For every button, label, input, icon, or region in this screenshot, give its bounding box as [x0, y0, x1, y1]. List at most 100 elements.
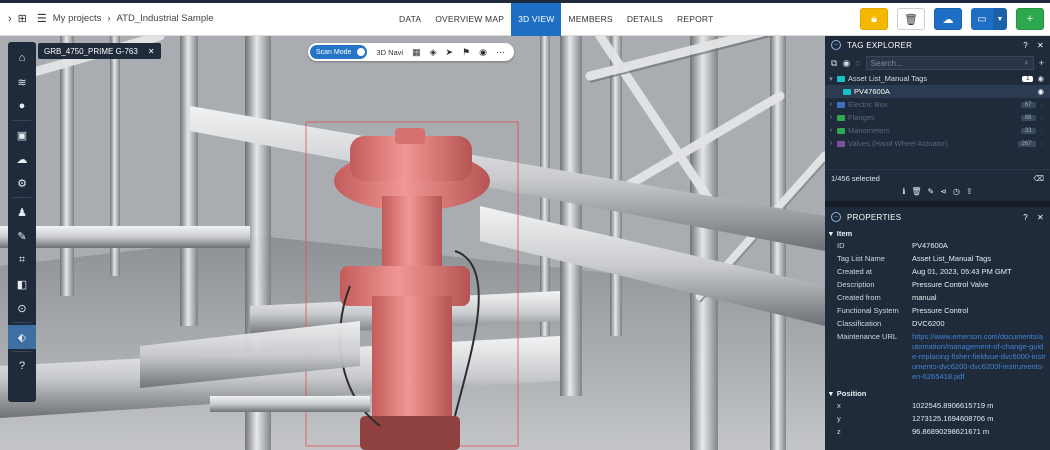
home-icon[interactable]: ⌂ — [8, 46, 36, 70]
expand-chevron-icon[interactable]: › — [8, 13, 12, 25]
help-icon[interactable]: ? — [1023, 213, 1028, 222]
clear-selection-icon[interactable]: ⌫ — [1033, 174, 1044, 183]
eye-slash-icon[interactable]: ◌ — [1040, 139, 1044, 148]
layers-stack-icon[interactable]: ≋ — [8, 70, 36, 94]
hierarchy-icon[interactable]: ⊞ — [18, 12, 27, 25]
copy-icon[interactable]: ⧉ — [831, 58, 837, 69]
3d-navi-label[interactable]: 3D Navi — [376, 48, 403, 57]
chevron-down-icon: ▼ — [993, 8, 1007, 30]
search-placeholder: Search... — [870, 58, 903, 68]
cursor-icon[interactable]: ➤ — [446, 47, 454, 58]
eye-slash-icon[interactable]: ◌ — [1040, 100, 1044, 109]
toolbar-divider — [13, 197, 31, 198]
cloud-icon[interactable]: ☁ — [8, 147, 36, 171]
breadcrumb-my-projects[interactable]: My projects — [53, 13, 102, 24]
position-value: 1273125.1694608706 m — [912, 413, 994, 423]
scan-mode-toggle[interactable]: Scan Mode — [310, 45, 368, 59]
more-icon[interactable]: ⋯ — [496, 47, 505, 58]
eye-icon[interactable]: ◉ — [842, 58, 850, 69]
eye-icon[interactable]: ◉ — [1037, 74, 1044, 83]
property-row-url: Maintenance URL https://www.emerson.com/… — [825, 330, 1050, 383]
info-icon[interactable]: ℹ — [902, 187, 905, 201]
expand-icon[interactable]: › — [825, 101, 837, 108]
scan-mode-label: Scan Mode — [316, 48, 352, 56]
tree-item-manometers[interactable]: › Manometers 33 ◌ — [825, 124, 1050, 137]
compare-icon[interactable]: ◧ — [8, 272, 36, 296]
tree-item-flanges[interactable]: › Flanges 88 ◌ — [825, 111, 1050, 124]
tag-icon[interactable]: ⬖ — [8, 325, 36, 349]
list-menu-icon[interactable]: ☰ — [37, 12, 47, 25]
top-bar: › ⊞ ☰ My projects › ATD_Industrial Sampl… — [0, 0, 1050, 36]
tree-item-asset-list[interactable]: ▾ Asset List_Manual Tags 1 ◉ — [825, 72, 1050, 85]
breadcrumb: › ⊞ ☰ My projects › ATD_Industrial Sampl… — [8, 12, 214, 26]
tab-details[interactable]: DETAILS — [620, 3, 670, 36]
location-icon[interactable]: ⊙ — [8, 296, 36, 320]
sphere-icon[interactable]: ● — [8, 94, 36, 118]
tag-tree: ▾ Asset List_Manual Tags 1 ◉ PV47600A ◉ … — [825, 72, 1050, 150]
position-section-header[interactable]: ▾ Position — [825, 387, 1050, 399]
item-section-header[interactable]: ▾ Item — [825, 227, 1050, 239]
expand-icon[interactable]: ▾ — [825, 75, 837, 83]
tree-item-pv47600a[interactable]: PV47600A ◉ — [825, 85, 1050, 98]
monitor-icon: ▭ — [971, 8, 993, 30]
tree-item-electric-box[interactable]: › Electric Box 67 ◌ — [825, 98, 1050, 111]
tab-report[interactable]: REPORT — [670, 3, 720, 36]
search-input[interactable]: Search... ⌕ — [865, 56, 1034, 70]
breadcrumb-project: ATD_Industrial Sample — [116, 13, 214, 24]
property-row: Created from manual — [825, 291, 1050, 304]
expand-icon[interactable]: › — [825, 140, 837, 147]
tag-color-icon — [837, 75, 845, 82]
lock-icon: 🔒︎ — [871, 12, 877, 25]
upload-icon[interactable]: ⇪ — [966, 187, 973, 201]
expand-icon[interactable]: › — [825, 114, 837, 121]
settings-icon[interactable]: ⚙ — [8, 171, 36, 195]
chevron-down-icon: ▾ — [829, 228, 833, 238]
trash-icon[interactable]: 🗑︎ — [911, 187, 921, 201]
help-icon[interactable]: ? — [8, 354, 36, 378]
history-icon[interactable]: ◷ — [953, 187, 960, 201]
add-folder-button[interactable]: + — [1016, 8, 1044, 30]
crop-icon[interactable]: ⌗ — [8, 248, 36, 272]
eye-icon[interactable]: ◉ — [1037, 87, 1044, 96]
close-icon[interactable]: ✕ — [1037, 213, 1044, 222]
tree-item-label: PV47600A — [854, 87, 890, 96]
3d-viewport[interactable]: GRB_4750_PRIME G-763 ✕ Scan Mode 3D Navi… — [0, 36, 825, 450]
layers-icon[interactable]: ◈ — [430, 47, 437, 58]
close-icon[interactable]: ✕ — [148, 47, 155, 56]
help-icon[interactable]: ? — [1023, 41, 1028, 50]
add-tag-icon[interactable]: + — [1039, 58, 1044, 68]
collapse-icon[interactable]: – — [831, 212, 841, 222]
edit-icon[interactable]: ✎ — [928, 187, 935, 201]
top-actions: 🔒︎ 🗑︎ ☁ ▭ ▼ + — [860, 8, 1044, 30]
collapse-icon[interactable]: – — [831, 40, 841, 50]
tab-members[interactable]: MEMBERS — [561, 3, 619, 36]
tab-3d-view[interactable]: 3D VIEW — [511, 3, 562, 36]
screen-icon[interactable]: ▣ — [8, 123, 36, 147]
flag-icon[interactable]: ⚑ — [462, 47, 470, 58]
position-value: 1022545.8906615719 m — [912, 400, 994, 410]
viewer-toolbar: Scan Mode 3D Navi ▦ ◈ ➤ ⚑ ◉ ⋯ — [308, 43, 515, 61]
eye-slash-icon[interactable]: ◌ — [1040, 113, 1044, 122]
maintenance-url-link[interactable]: https://www.emerson.com/documents/automa… — [912, 332, 1050, 382]
property-row: Created at Aug 01, 2023, 05:43 PM GMT — [825, 265, 1050, 278]
tag-color-icon — [843, 88, 851, 95]
person-icon[interactable]: ♟ — [8, 200, 36, 224]
expand-icon[interactable]: › — [825, 127, 837, 134]
display-dropdown-button[interactable]: ▭ ▼ — [971, 8, 1007, 30]
tree-item-valves[interactable]: › Valves (Hand Wheel Actuator) 267 ◌ — [825, 137, 1050, 150]
cloud-upload-button[interactable]: ☁ — [934, 8, 962, 30]
eye-slash-icon[interactable]: ◌ — [1040, 126, 1044, 135]
close-icon[interactable]: ✕ — [1037, 41, 1044, 50]
property-key: Description — [837, 279, 875, 289]
tag-chip[interactable]: GRB_4750_PRIME G-763 ✕ — [38, 43, 161, 59]
delete-button[interactable]: 🗑︎ — [897, 8, 925, 30]
tab-overview-map[interactable]: OVERVIEW MAP — [428, 3, 511, 36]
share-icon[interactable]: ⋖ — [940, 187, 947, 201]
property-key: Maintenance URL — [837, 331, 898, 341]
ruler-icon[interactable]: ✎ — [8, 224, 36, 248]
lock-button[interactable]: 🔒︎ — [860, 8, 888, 30]
grid-icon[interactable]: ▦ — [412, 47, 421, 58]
camera-icon[interactable]: ◉ — [479, 47, 487, 58]
tab-data[interactable]: DATA — [392, 3, 428, 36]
eye-slash-icon[interactable]: ◌ — [855, 58, 860, 68]
